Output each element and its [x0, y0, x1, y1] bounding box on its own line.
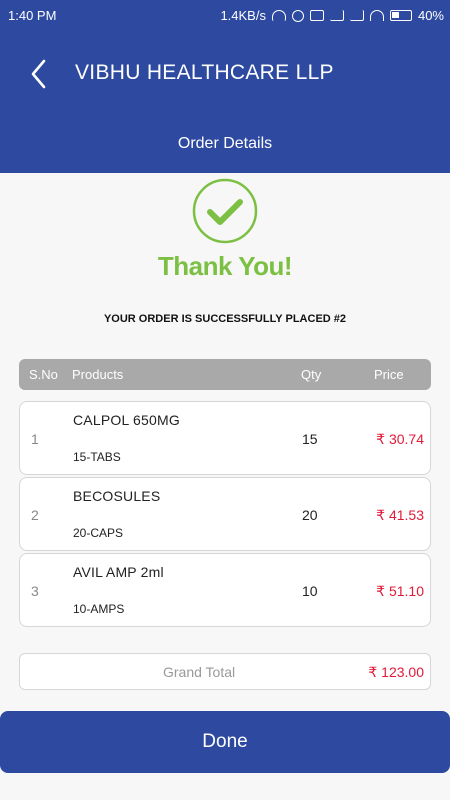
- chevron-left-icon: [31, 59, 46, 89]
- grand-total-box: Grand Total ₹ 123.00: [19, 653, 431, 690]
- header-qty: Qty: [301, 367, 322, 382]
- done-button[interactable]: Done: [0, 711, 450, 773]
- order-confirmation-message: YOUR ORDER IS SUCCESSFULLY PLACED #2: [103, 313, 347, 325]
- row-pack: 20-CAPS: [73, 526, 124, 540]
- check-circle-icon: [192, 178, 258, 244]
- row-price: ₹ 51.10: [376, 583, 424, 599]
- row-pack: 10-AMPS: [73, 602, 125, 616]
- signal-4g-icon: [329, 10, 344, 21]
- row-price: ₹ 41.53: [376, 507, 424, 523]
- row-qty: 20: [302, 507, 318, 523]
- table-row: 1 CALPOL 650MG 15-TABS 15 ₹ 30.74: [19, 401, 431, 475]
- table-header: S.No Products Qty Price: [19, 359, 431, 390]
- wifi-icon: [369, 10, 384, 21]
- back-button[interactable]: [22, 55, 58, 91]
- table-row: 3 AVIL AMP 2ml 10-AMPS 10 ₹ 51.10: [19, 553, 431, 627]
- header-price: Price: [374, 367, 404, 382]
- app-bar: VIBHU HEALTHCARE LLP Order Details: [0, 31, 450, 173]
- row-product: AVIL AMP 2ml: [73, 564, 164, 580]
- network-speed: 1.4KB/s: [220, 8, 266, 23]
- volte-icon: [309, 10, 324, 21]
- page-title: VIBHU HEALTHCARE LLP: [75, 61, 334, 84]
- row-sno: 2: [31, 507, 39, 523]
- row-qty: 15: [302, 431, 318, 447]
- status-icons: 1.4KB/s 40%: [220, 8, 444, 23]
- status-bar: 1:40 PM 1.4KB/s 40%: [0, 0, 450, 31]
- signal-icon: [349, 10, 364, 21]
- header-sno: S.No: [29, 367, 58, 382]
- row-price: ₹ 30.74: [376, 431, 424, 447]
- alarm-icon: [291, 9, 304, 22]
- headphones-icon: [271, 10, 286, 21]
- status-time: 1:40 PM: [8, 8, 57, 23]
- battery-icon: [389, 10, 412, 21]
- battery-level: 40%: [417, 8, 444, 23]
- grand-total-label: Grand Total: [163, 664, 236, 680]
- row-product: CALPOL 650MG: [73, 412, 180, 428]
- section-title: Order Details: [177, 135, 273, 152]
- row-sno: 3: [31, 583, 39, 599]
- row-sno: 1: [31, 431, 39, 447]
- row-product: BECOSULES: [73, 488, 161, 504]
- thank-you-heading: Thank You!: [157, 251, 293, 281]
- table-row: 2 BECOSULES 20-CAPS 20 ₹ 41.53: [19, 477, 431, 551]
- row-qty: 10: [302, 583, 318, 599]
- row-pack: 15-TABS: [73, 450, 121, 464]
- header-products: Products: [72, 367, 124, 382]
- grand-total-value: ₹ 123.00: [368, 664, 424, 680]
